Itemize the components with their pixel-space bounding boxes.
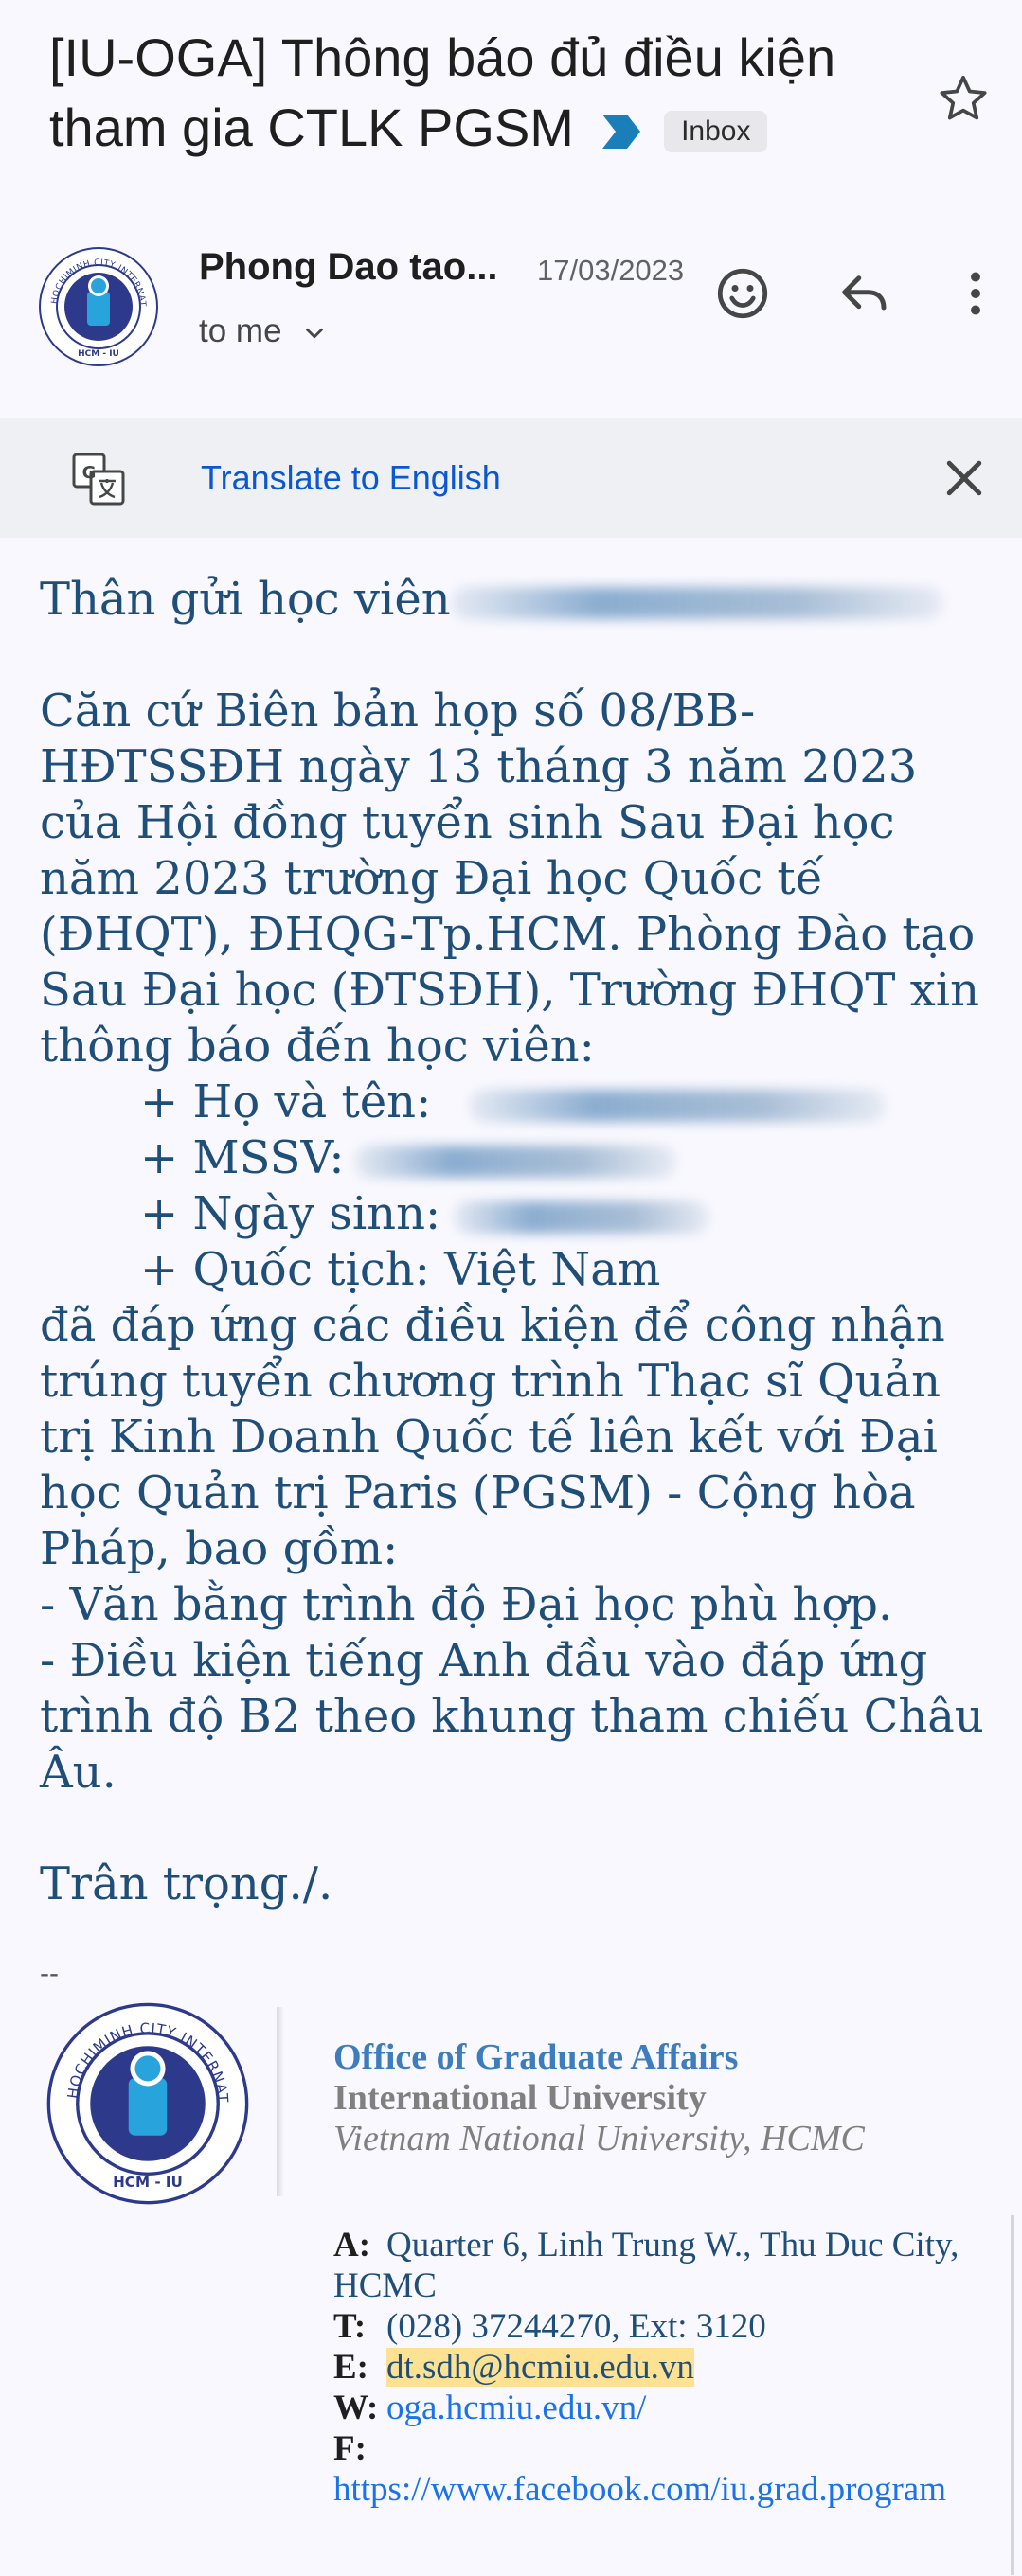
signature-office: Office of Graduate Affairs bbox=[333, 2037, 739, 2077]
sender-row: HOCHIMINH CITY INTERNATIONAL UNIVERSITY … bbox=[0, 237, 1022, 379]
recipient-label: to me bbox=[199, 312, 282, 349]
importance-marker-icon[interactable] bbox=[601, 115, 640, 150]
signature-university: International University bbox=[333, 2078, 707, 2118]
translate-bar: G Translate to English bbox=[0, 418, 1022, 538]
svg-text:HCM - IU: HCM - IU bbox=[113, 2174, 183, 2191]
greeting-line: Thân gửi học viên bbox=[40, 572, 987, 628]
facebook-link[interactable]: https://www.facebook.com/iu.grad.program bbox=[333, 2470, 946, 2509]
email-link[interactable]: dt.sdh@hcmiu.edu.vn bbox=[386, 2348, 694, 2387]
contact-email: E: dt.sdh@hcmiu.edu.vn bbox=[333, 2347, 996, 2388]
sender-avatar[interactable]: HOCHIMINH CITY INTERNATIONAL UNIVERSITY … bbox=[38, 246, 159, 367]
facebook-key: F: bbox=[333, 2429, 367, 2468]
web-link[interactable]: oga.hcmiu.edu.vn/ bbox=[386, 2389, 646, 2427]
signature-contacts: A: Quarter 6, Linh Trung W., Thu Duc City… bbox=[333, 2225, 996, 2510]
scrollbar[interactable] bbox=[1011, 2215, 1014, 2575]
field-nationality: + Quốc tịch: Việt Nam bbox=[140, 1243, 661, 1296]
reply-icon[interactable] bbox=[836, 265, 893, 322]
field-dob: + Ngày sinn: bbox=[40, 1186, 987, 1242]
more-vert-icon[interactable] bbox=[947, 265, 1004, 322]
redacted-dob bbox=[454, 1200, 710, 1234]
signature-divider bbox=[277, 2007, 284, 2196]
email-date: 17/03/2023 bbox=[537, 254, 685, 287]
emoji-icon[interactable] bbox=[714, 265, 771, 322]
web-key: W: bbox=[333, 2389, 379, 2427]
email-body: Thân gửi học viên Căn cứ Biên bản họp số… bbox=[40, 572, 987, 1912]
field-student-id: + MSSV: bbox=[40, 1130, 987, 1186]
requirement-english: - Điều kiện tiếng Anh đầu vào đáp ứng tr… bbox=[40, 1634, 984, 1799]
signature-vnu: Vietnam National University, HCMC bbox=[333, 2119, 865, 2159]
email-subject: [IU-OGA] Thông báo đủ điều kiện tham gia… bbox=[49, 23, 902, 163]
translate-link[interactable]: Translate to English bbox=[201, 458, 501, 498]
redacted-name bbox=[450, 586, 943, 619]
contact-phone: T: (028) 37244270, Ext: 3120 bbox=[333, 2306, 996, 2347]
star-icon[interactable] bbox=[937, 72, 990, 125]
contact-facebook: F:https://www.facebook.com/iu.grad.progr… bbox=[333, 2428, 996, 2510]
inbox-label-chip[interactable]: Inbox bbox=[664, 111, 768, 153]
svg-text:HCM - IU: HCM - IU bbox=[78, 349, 119, 359]
closing: Trân trọng./. bbox=[40, 1857, 333, 1910]
greeting: Thân gửi học viên bbox=[40, 573, 451, 626]
contact-address: A: Quarter 6, Linh Trung W., Thu Duc City… bbox=[333, 2225, 996, 2306]
signature-separator: -- bbox=[40, 1958, 59, 1989]
phone-key: T: bbox=[333, 2307, 367, 2346]
email-header: [IU-OGA] Thông báo đủ điều kiện tham gia… bbox=[0, 0, 1022, 417]
redacted-fullname bbox=[469, 1089, 887, 1122]
chevron-down-icon bbox=[306, 328, 324, 338]
translate-icon: G bbox=[72, 453, 125, 506]
admission-paragraph: đã đáp ứng các điều kiện để công nhận tr… bbox=[40, 1299, 945, 1575]
sender-name[interactable]: Phong Dao tao... bbox=[199, 246, 498, 289]
intro-paragraph: Căn cứ Biên bản họp số 08/BB-HĐTSSĐH ngà… bbox=[40, 684, 980, 1073]
address-key: A: bbox=[333, 2226, 371, 2265]
address-value: Quarter 6, Linh Trung W., Thu Duc City, … bbox=[333, 2226, 959, 2305]
field-fullname-label: + Họ và tên: bbox=[140, 1075, 432, 1128]
contact-web: W: oga.hcmiu.edu.vn/ bbox=[333, 2388, 996, 2428]
close-icon[interactable] bbox=[939, 453, 990, 504]
requirement-degree: - Văn bằng trình độ Đại học phù hợp. bbox=[40, 1578, 893, 1631]
redacted-student-id bbox=[353, 1145, 676, 1178]
phone-value[interactable]: (028) 37244270, Ext: 3120 bbox=[386, 2307, 766, 2346]
svg-text:G: G bbox=[82, 463, 97, 483]
field-student-id-label: + MSSV: bbox=[140, 1131, 345, 1184]
signature-block: Office of Graduate Affairs International… bbox=[333, 2037, 996, 2159]
field-dob-label: + Ngày sinn: bbox=[140, 1187, 441, 1240]
field-fullname: + Họ và tên: bbox=[40, 1075, 987, 1130]
recipient-toggle[interactable]: to me bbox=[199, 312, 329, 350]
university-logo: HOCHIMINH CITY INTERNATIONAL UNIVERSITY … bbox=[45, 2001, 249, 2205]
email-key: E: bbox=[333, 2348, 368, 2387]
